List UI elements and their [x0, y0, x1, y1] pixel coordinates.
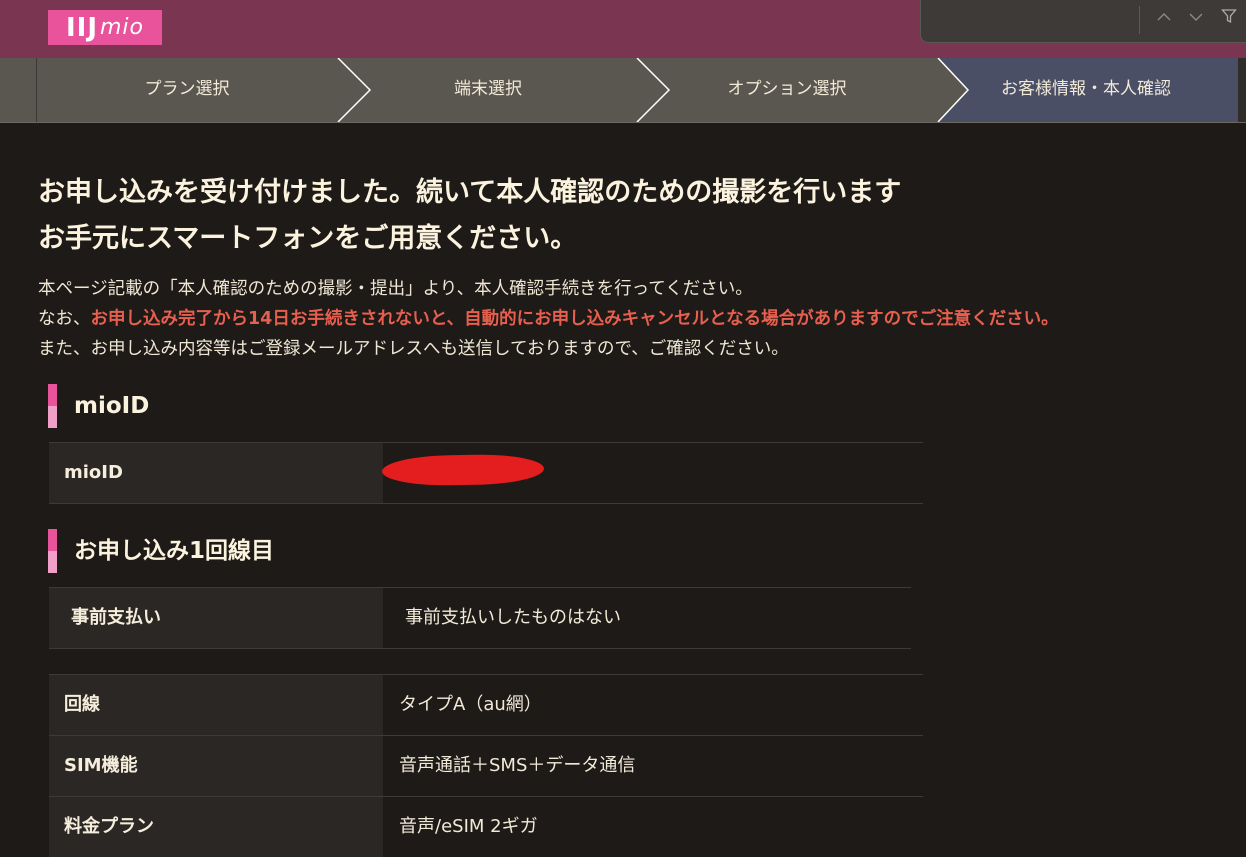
logo-sub: mio [100, 15, 145, 40]
intro-line-2-prefix: なお、 [38, 309, 91, 329]
prepay-value: 事前支払いしたものはない [383, 588, 621, 648]
mioid-section-title: mioID [48, 384, 149, 428]
step-device: 端末選択 [454, 79, 522, 99]
table-row: 料金プラン 音声/eSIM 2ギガ [49, 796, 923, 857]
line-section-title: お申し込み1回線目 [48, 529, 274, 573]
intro-text: 本ページ記載の「本人確認のための撮影・提出」より、本人確認手続きを行ってください… [38, 274, 1059, 364]
step-customer-info: お客様情報・本人確認 [1001, 79, 1171, 99]
title-line-1: お申し込みを受け付けました。続いて本人確認のための撮影を行います [38, 177, 902, 208]
find-bar [920, 0, 1246, 43]
row-value-line: タイプA（au網） [399, 694, 542, 715]
step-plan: プラン選択 [144, 79, 230, 99]
cancel-warning: お申し込み完了から14日お手続きされないと、自動的にお申し込みキャンセルとなる場… [90, 309, 1059, 329]
logo-main: IIJ [65, 12, 98, 43]
progress-steps: プラン選択 端末選択 オプション選択 お客様情報・本人確認 [0, 58, 1246, 123]
row-value-sim: 音声通話＋SMS＋データ通信 [399, 755, 636, 776]
prepay-label: 事前支払い [49, 588, 383, 648]
row-value-plan: 音声/eSIM 2ギガ [399, 816, 538, 837]
find-bar-divider [1139, 6, 1140, 34]
intro-line-2: なお、お申し込み完了から14日お手続きされないと、自動的にお申し込みキャンセルと… [38, 304, 1059, 334]
chevron-down-icon[interactable] [1185, 8, 1207, 30]
table-row: SIM機能 音声通話＋SMS＋データ通信 [49, 735, 923, 796]
step-option: オプション選択 [727, 79, 847, 99]
table-row: 回線 タイプA（au網） [49, 674, 923, 735]
title-line-2: お手元にスマートフォンをご用意ください。 [38, 223, 578, 254]
filter-icon[interactable] [1218, 8, 1240, 30]
prepay-row: 事前支払い 事前支払いしたものはない [49, 587, 911, 649]
chevron-up-icon[interactable] [1153, 8, 1175, 30]
mioid-label: mioID [49, 443, 383, 503]
intro-line-3: また、お申し込み内容等はご登録メールアドレスへも送信しておりますので、ご確認くだ… [38, 339, 789, 359]
row-label-plan: 料金プラン [49, 797, 383, 857]
page-title: お申し込みを受け付けました。続いて本人確認のための撮影を行います お手元にスマー… [38, 170, 901, 262]
iijmio-logo[interactable]: IIJ mio [48, 10, 162, 45]
intro-line-1: 本ページ記載の「本人確認のための撮影・提出」より、本人確認手続きを行ってください… [38, 279, 753, 299]
row-label-line: 回線 [49, 675, 383, 735]
row-label-sim: SIM機能 [49, 736, 383, 796]
